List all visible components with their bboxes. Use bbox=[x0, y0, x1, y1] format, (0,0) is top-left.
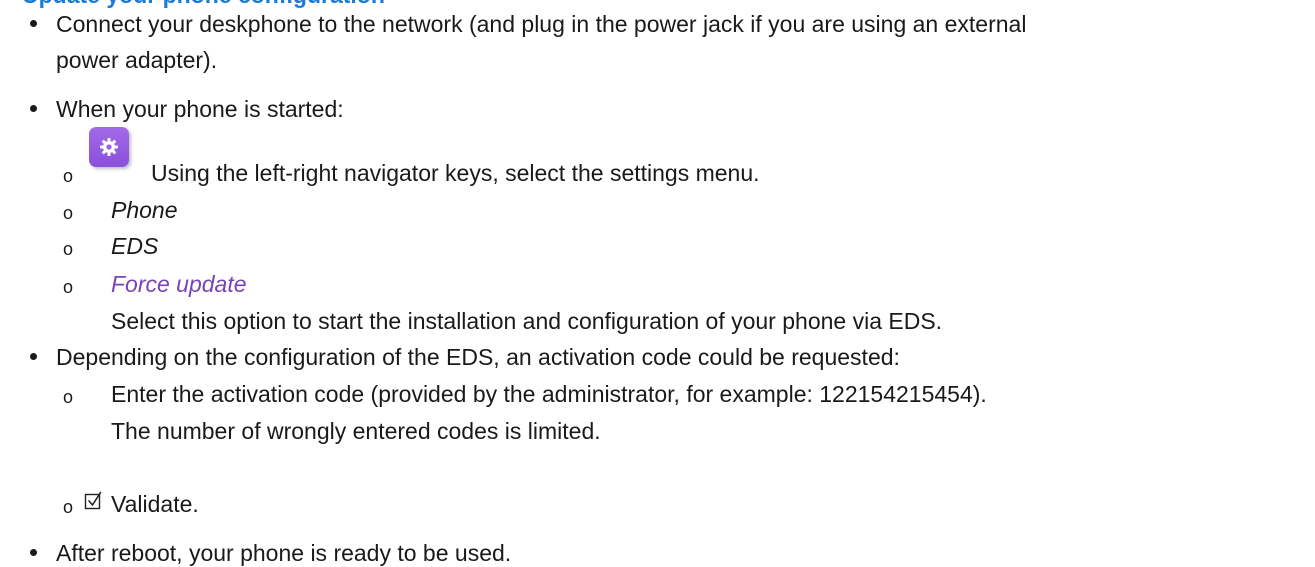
sub-bullet-marker: o bbox=[63, 239, 74, 259]
force-update-description: Select this option to start the installa… bbox=[111, 308, 943, 334]
menu-item-eds: EDS bbox=[111, 233, 159, 259]
bullet-marker bbox=[30, 105, 37, 112]
sub-bullet-marker: o bbox=[63, 497, 74, 517]
bullet-3-text: Depending on the configuration of the ED… bbox=[56, 344, 900, 370]
bullet-2-text: When your phone is started: bbox=[56, 96, 344, 122]
sub-bullet-marker: o bbox=[63, 166, 74, 186]
bullet-4-text: After reboot, your phone is ready to be … bbox=[56, 540, 512, 566]
bullet-1-line-2: power adapter). bbox=[56, 47, 218, 73]
sub-bullet-marker: o bbox=[63, 387, 74, 407]
bullet-marker bbox=[30, 20, 37, 27]
checkbox-check-icon bbox=[84, 491, 102, 510]
activation-code-instruction: Enter the activation code (provided by t… bbox=[111, 381, 987, 407]
sub-bullet-marker: o bbox=[63, 203, 74, 223]
settings-instruction: Using the left-right navigator keys, sel… bbox=[151, 160, 760, 186]
activation-code-limit-note: The number of wrongly entered codes is l… bbox=[111, 418, 601, 444]
bullet-marker bbox=[30, 549, 37, 556]
bullet-1-line-1: Connect your deskphone to the network (a… bbox=[56, 11, 1027, 37]
menu-item-phone: Phone bbox=[111, 197, 178, 223]
section-heading: Update your phone configuration bbox=[22, 0, 385, 9]
validate-label: Validate. bbox=[111, 491, 199, 517]
menu-item-force-update: Force update bbox=[111, 271, 247, 297]
sub-bullet-marker: o bbox=[63, 277, 74, 297]
settings-menu-icon bbox=[89, 127, 129, 167]
gear-icon bbox=[100, 138, 118, 156]
bullet-marker bbox=[30, 353, 37, 360]
